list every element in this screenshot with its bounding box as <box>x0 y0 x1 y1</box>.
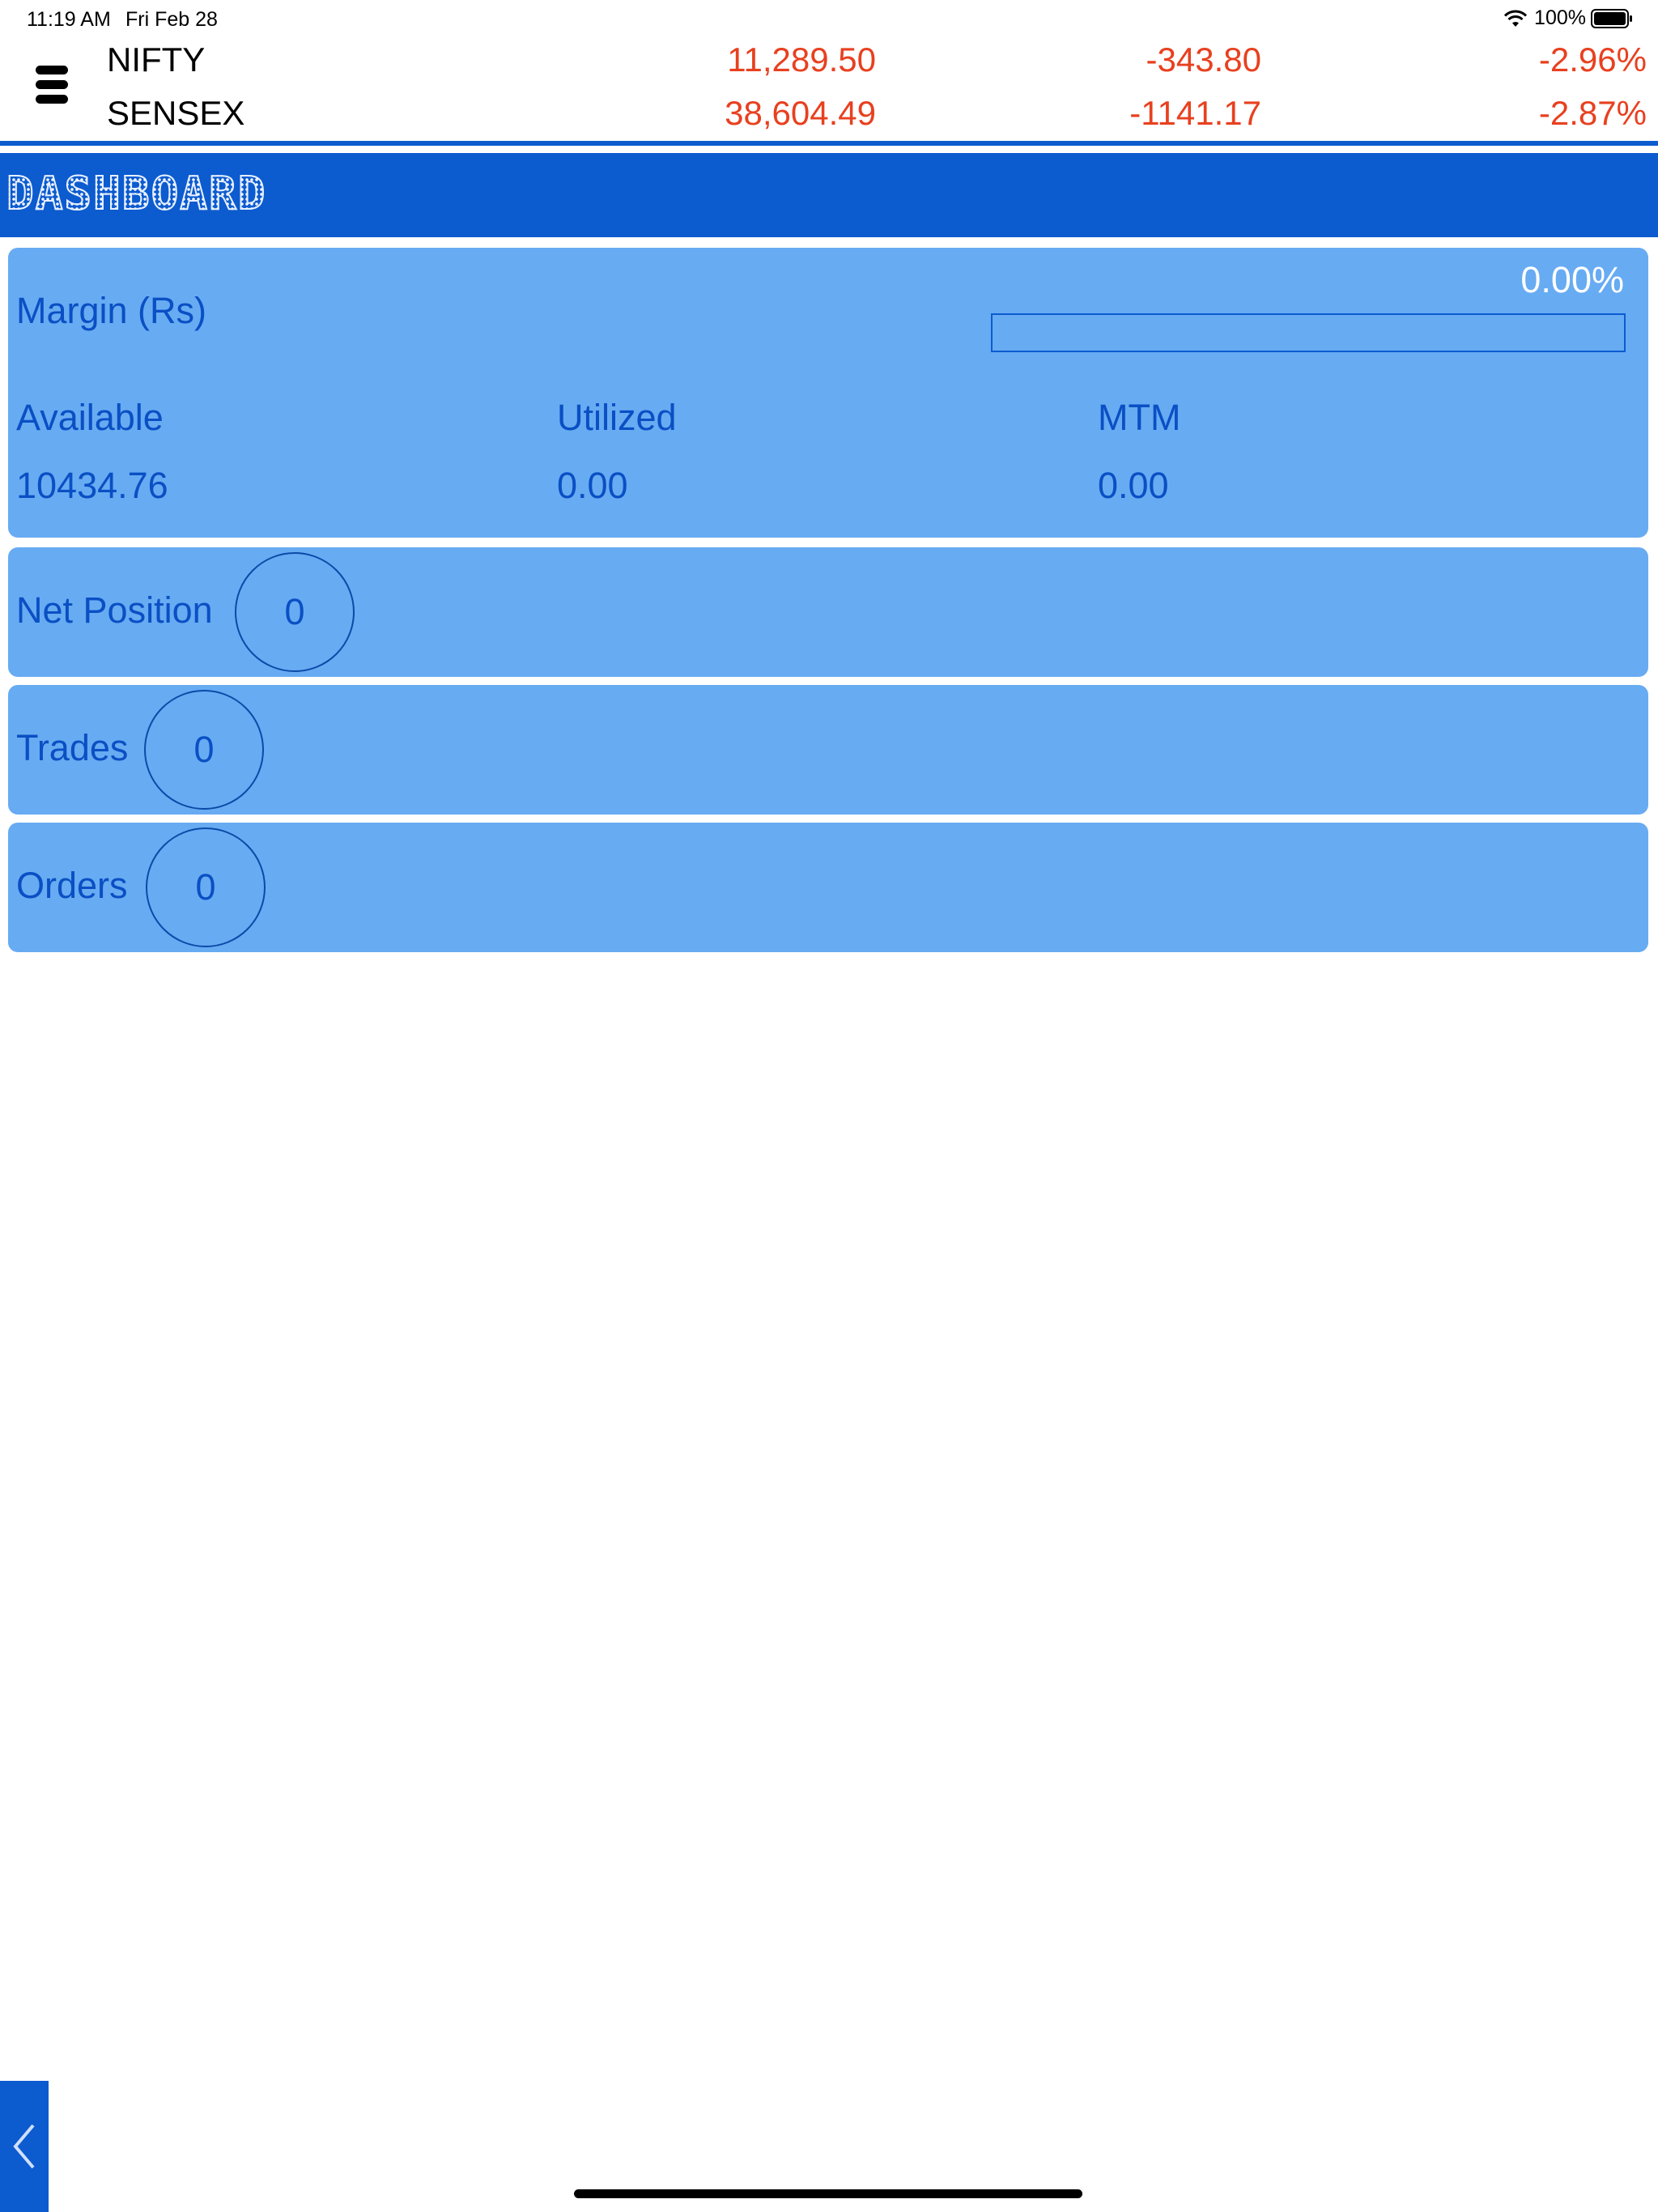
ticker-percent: -2.87% <box>1538 94 1647 132</box>
margin-percent: 0.00% <box>1520 259 1624 300</box>
market-ticker: NIFTY 11,289.50 -343.80 -2.96% SENSEX 38… <box>0 37 1658 146</box>
trades-card[interactable]: Trades 0 <box>8 685 1648 815</box>
title-bar: DASHBOARD <box>0 153 1658 237</box>
ticker-change: -343.80 <box>1146 40 1261 79</box>
ticker-name: NIFTY <box>107 40 206 79</box>
battery-percent: 100% <box>1534 6 1586 29</box>
margin-progress-bar <box>991 313 1626 352</box>
back-button[interactable] <box>0 2081 49 2212</box>
chevron-left-icon <box>13 2124 35 2169</box>
margin-label: Margin (Rs) <box>16 290 207 331</box>
net-position-count: 0 <box>284 591 305 632</box>
ticker-change: -1141.17 <box>1129 94 1261 132</box>
mtm-label: MTM <box>1098 397 1181 438</box>
ticker-value: 11,289.50 <box>727 40 876 79</box>
ticker-value: 38,604.49 <box>725 94 876 132</box>
orders-card[interactable]: Orders 0 <box>8 823 1648 952</box>
ticker-percent: -2.96% <box>1538 40 1647 79</box>
mtm-value: 0.00 <box>1098 465 1169 506</box>
orders-count-badge: 0 <box>146 827 266 947</box>
trades-label: Trades <box>16 727 129 768</box>
trades-count-badge: 0 <box>144 690 264 810</box>
status-bar: 11:19 AM Fri Feb 28 100% <box>0 0 1658 37</box>
orders-count: 0 <box>195 866 216 908</box>
trades-count: 0 <box>193 729 215 770</box>
net-position-count-badge: 0 <box>235 552 355 672</box>
ticker-name: SENSEX <box>107 94 245 132</box>
wifi-icon <box>1503 10 1528 27</box>
home-indicator[interactable] <box>574 2189 1082 2198</box>
margin-card[interactable]: Margin (Rs) 0.00% Available Utilized MTM… <box>8 248 1648 538</box>
status-time: 11:19 AM <box>27 8 111 31</box>
available-value: 10434.76 <box>16 465 168 506</box>
utilized-value: 0.00 <box>557 465 628 506</box>
available-label: Available <box>16 397 164 438</box>
status-indicators: 100% <box>1503 6 1633 30</box>
status-date: Fri Feb 28 <box>125 8 218 31</box>
battery-icon <box>1591 8 1632 28</box>
ticker-row-nifty: NIFTY 11,289.50 -343.80 -2.96% <box>0 37 1658 86</box>
ticker-row-sensex: SENSEX 38,604.49 -1141.17 -2.87% <box>0 91 1658 139</box>
net-position-label: Net Position <box>16 589 213 631</box>
net-position-card[interactable]: Net Position 0 <box>8 547 1648 677</box>
utilized-label: Utilized <box>557 397 677 438</box>
orders-label: Orders <box>16 865 128 906</box>
page-title: DASHBOARD <box>6 167 267 221</box>
